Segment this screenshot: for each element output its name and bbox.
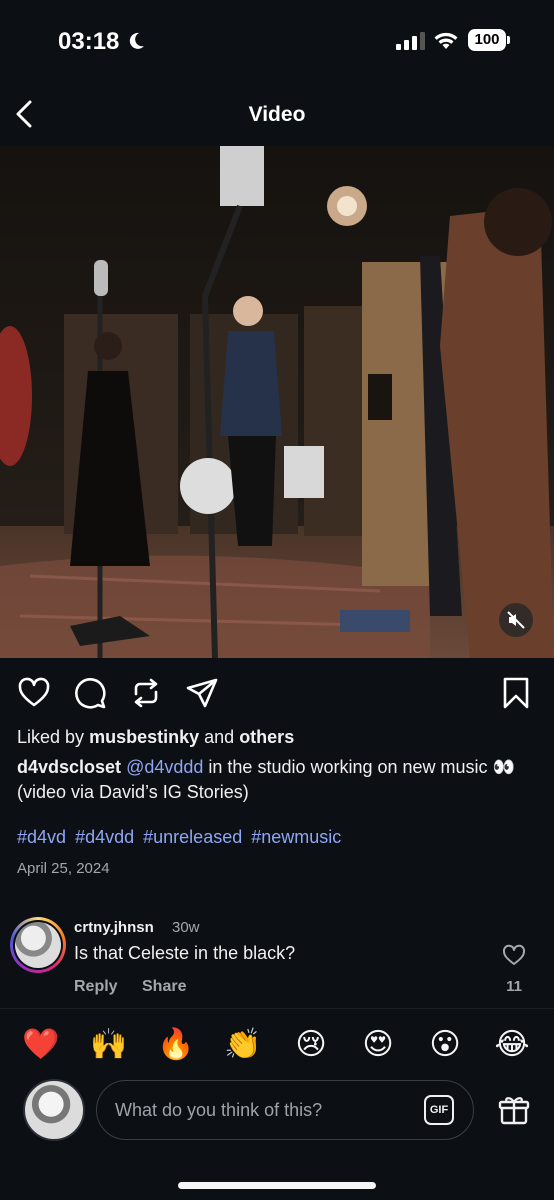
repost-icon	[134, 678, 158, 708]
emoji-raised-hands[interactable]: 🙌	[89, 1025, 129, 1065]
emoji-heart-eyes[interactable]: 😍	[358, 1025, 398, 1065]
avatar-image	[15, 922, 61, 968]
share-button[interactable]	[185, 676, 219, 710]
hashtag[interactable]: #d4vdd	[75, 827, 134, 847]
status-bar: 03:18 100	[0, 0, 554, 84]
commenter-avatar[interactable]	[10, 917, 66, 973]
bookmark-icon	[503, 677, 529, 709]
moon-icon	[129, 32, 144, 49]
avatar-ring-inner	[13, 920, 63, 970]
post-caption: d4vdscloset @d4vddd in the studio workin…	[17, 755, 537, 805]
repost-button[interactable]	[129, 676, 163, 710]
liked-by-others-link[interactable]: others	[239, 727, 294, 747]
nav-bar: Video	[0, 84, 554, 146]
speaker-muted-icon	[507, 611, 525, 629]
post-date: April 25, 2024	[17, 860, 110, 877]
home-indicator[interactable]	[178, 1182, 376, 1189]
page-title: Video	[248, 103, 306, 126]
save-button[interactable]	[499, 676, 533, 710]
comment-text: Is that Celeste in the black?	[74, 943, 296, 963]
hashtag[interactable]: #unreleased	[143, 827, 242, 847]
send-icon	[186, 678, 218, 708]
video-player[interactable]	[0, 146, 554, 658]
comment-bubble-icon	[75, 678, 106, 709]
likes-summary: Liked by musbestinky and others	[17, 727, 294, 748]
cellular-signal-icon	[396, 32, 425, 50]
emoji-clapping[interactable]: 👏	[223, 1025, 263, 1065]
comment-heart-icon[interactable]	[502, 944, 526, 966]
reply-button[interactable]: Reply	[74, 978, 118, 996]
current-user-avatar[interactable]	[23, 1079, 85, 1141]
comment-share-button[interactable]: Share	[142, 978, 186, 996]
video-frame	[0, 146, 554, 658]
emoji-reaction-bar: ❤️ 🙌 🔥 👏 😢 😍 😮 😂	[0, 1008, 554, 1074]
comment-input[interactable]	[96, 1080, 474, 1140]
battery-nub	[507, 36, 510, 44]
post-actions	[0, 672, 554, 716]
status-time: 03:18	[58, 28, 120, 55]
likes-prefix: Liked by	[17, 727, 85, 747]
gif-button[interactable]: GIF	[424, 1095, 454, 1125]
mute-button[interactable]	[499, 603, 533, 637]
caption-mention[interactable]: @d4vddd	[126, 757, 203, 777]
comment-like-count: 11	[506, 978, 522, 995]
emoji-fire[interactable]: 🔥	[156, 1025, 196, 1065]
comment-item: crtny.jhnsn 30w Is that Celeste in the b…	[0, 912, 554, 1008]
gift-icon[interactable]	[498, 1094, 530, 1126]
comment-button[interactable]	[73, 676, 107, 710]
emoji-laughing[interactable]: 😂	[492, 1025, 532, 1065]
wifi-icon	[434, 32, 458, 49]
likes-and: and	[204, 727, 235, 747]
hashtag-list: #d4vd #d4vdd #unreleased #newmusic	[17, 827, 345, 848]
hashtag[interactable]: #d4vd	[17, 827, 66, 847]
battery-indicator: 100	[468, 29, 506, 51]
comment-timestamp: 30w	[172, 919, 200, 936]
like-button[interactable]	[17, 676, 51, 710]
emoji-surprised[interactable]: 😮	[425, 1025, 465, 1065]
emoji-heart[interactable]: ❤️	[21, 1025, 61, 1065]
liked-by-user-link[interactable]: musbestinky	[89, 727, 199, 747]
emoji-crying[interactable]: 😢	[291, 1025, 331, 1065]
heart-icon	[18, 677, 50, 707]
commenter-username[interactable]: crtny.jhnsn	[74, 919, 154, 936]
comment-composer: GIF	[0, 1074, 554, 1154]
author-username[interactable]: d4vdscloset	[17, 757, 121, 777]
hashtag[interactable]: #newmusic	[251, 827, 341, 847]
